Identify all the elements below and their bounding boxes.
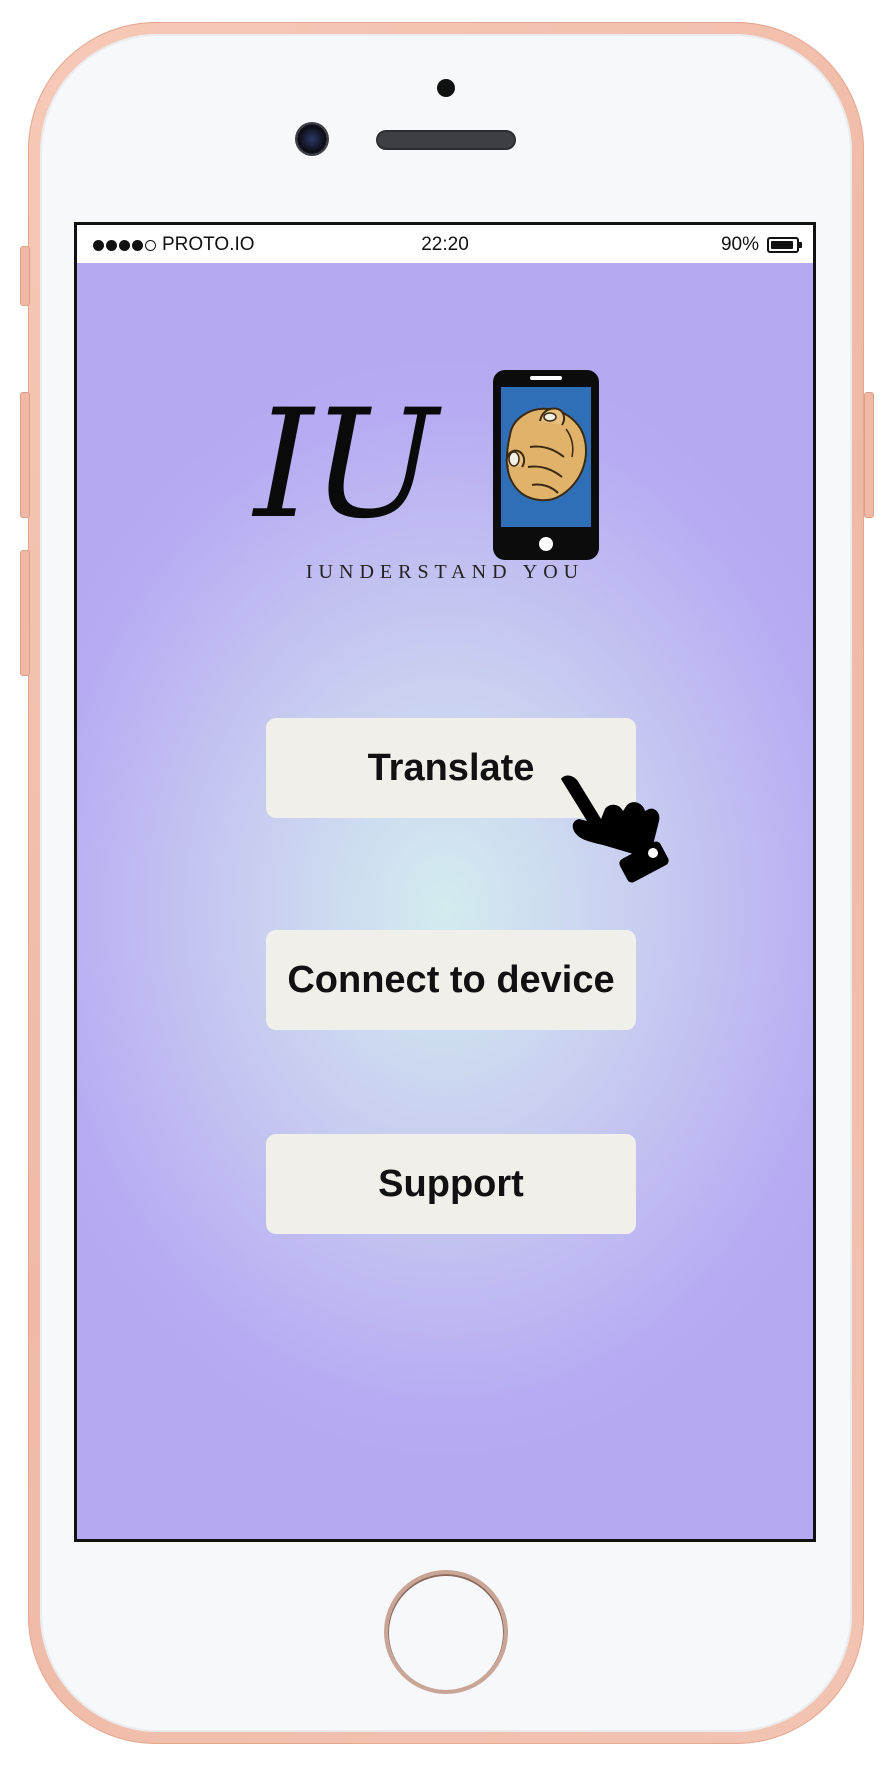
home-button[interactable] xyxy=(384,1570,508,1694)
logo-tagline: IUNDERSTAND YOU xyxy=(305,561,585,583)
logo-mark: IU xyxy=(254,378,438,552)
power-button xyxy=(864,392,874,518)
battery-indicator: 90% xyxy=(720,234,802,256)
app-screen: PROTO.IO 22:20 90% IU IUNDERSTAND YOU Tr… xyxy=(74,222,816,1542)
volume-up-button xyxy=(20,392,30,518)
battery-icon xyxy=(767,237,802,253)
front-camera-icon xyxy=(297,124,327,154)
earpiece-speaker xyxy=(378,132,514,148)
hand-pointer-icon xyxy=(561,775,669,883)
connect-to-device-button[interactable]: Connect to device xyxy=(266,930,636,1030)
volume-down-button xyxy=(20,550,30,676)
phone-pointing-hand-icon xyxy=(493,370,599,560)
status-bar: PROTO.IO 22:20 90% xyxy=(77,225,813,263)
support-button[interactable]: Support xyxy=(266,1134,636,1234)
status-time: 22:20 xyxy=(421,234,469,255)
mute-switch xyxy=(20,246,30,306)
battery-percent: 90% xyxy=(720,234,759,255)
proximity-sensor xyxy=(437,79,455,97)
